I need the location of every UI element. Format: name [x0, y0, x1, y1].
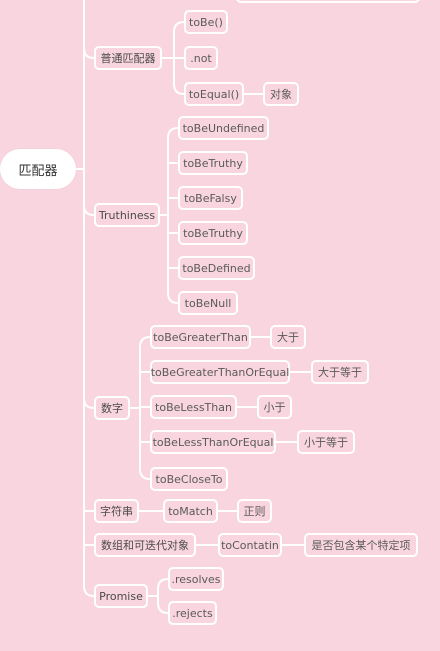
node-tobegreaterthanorequal[interactable]: toBeGreaterThanOrEqual	[150, 360, 290, 384]
group-common-matchers[interactable]: 普通匹配器	[94, 46, 162, 70]
note-contains-item[interactable]: 是否包含某个特定项	[304, 533, 418, 557]
node-tocontatin[interactable]: toContatin	[218, 533, 282, 557]
note-regex[interactable]: 正则	[237, 499, 272, 523]
note-object[interactable]: 对象	[263, 82, 299, 106]
node-tobetruthy[interactable]: toBeTruthy	[178, 151, 248, 175]
group-truthiness[interactable]: Truthiness	[94, 203, 160, 227]
node-tobedefined[interactable]: toBeDefined	[178, 256, 255, 280]
node-tomatch[interactable]: toMatch	[163, 499, 218, 523]
mind-map: 匹配器 普通匹配器 toBe() .not toEqual() 对象 Truth…	[0, 0, 440, 651]
group-strings[interactable]: 字符串	[94, 499, 139, 523]
node-tobenull[interactable]: toBeNull	[178, 291, 238, 315]
node-tobelessthanorequal[interactable]: toBeLessThanOrEqual	[150, 430, 276, 454]
node-tobecloseto[interactable]: toBeCloseTo	[150, 467, 228, 491]
node-tobeundefined[interactable]: toBeUndefined	[178, 116, 269, 140]
group-numbers[interactable]: 数字	[94, 396, 130, 420]
node-resolves[interactable]: .resolves	[168, 567, 224, 591]
group-arrays-iterables[interactable]: 数组和可迭代对象	[94, 533, 196, 557]
node-tobe[interactable]: toBe()	[184, 10, 228, 34]
note-greater[interactable]: 大于	[270, 325, 306, 349]
node-toequal[interactable]: toEqual()	[184, 82, 244, 106]
node-not[interactable]: .not	[184, 46, 218, 70]
node-tobelessthan[interactable]: toBeLessThan	[150, 395, 237, 419]
node-tobefalsy[interactable]: toBeFalsy	[178, 186, 243, 210]
note-less[interactable]: 小于	[257, 395, 292, 419]
root-node[interactable]: 匹配器	[0, 149, 76, 189]
cropped-node	[236, 0, 420, 3]
node-rejects[interactable]: .rejects	[168, 601, 217, 625]
note-greater-or-equal[interactable]: 大于等于	[311, 360, 369, 384]
node-tobegreaterthan[interactable]: toBeGreaterThan	[150, 325, 251, 349]
note-less-or-equal[interactable]: 小于等于	[297, 430, 355, 454]
node-tobetruthy-2[interactable]: toBeTruthy	[178, 221, 248, 245]
group-promise[interactable]: Promise	[94, 584, 148, 608]
